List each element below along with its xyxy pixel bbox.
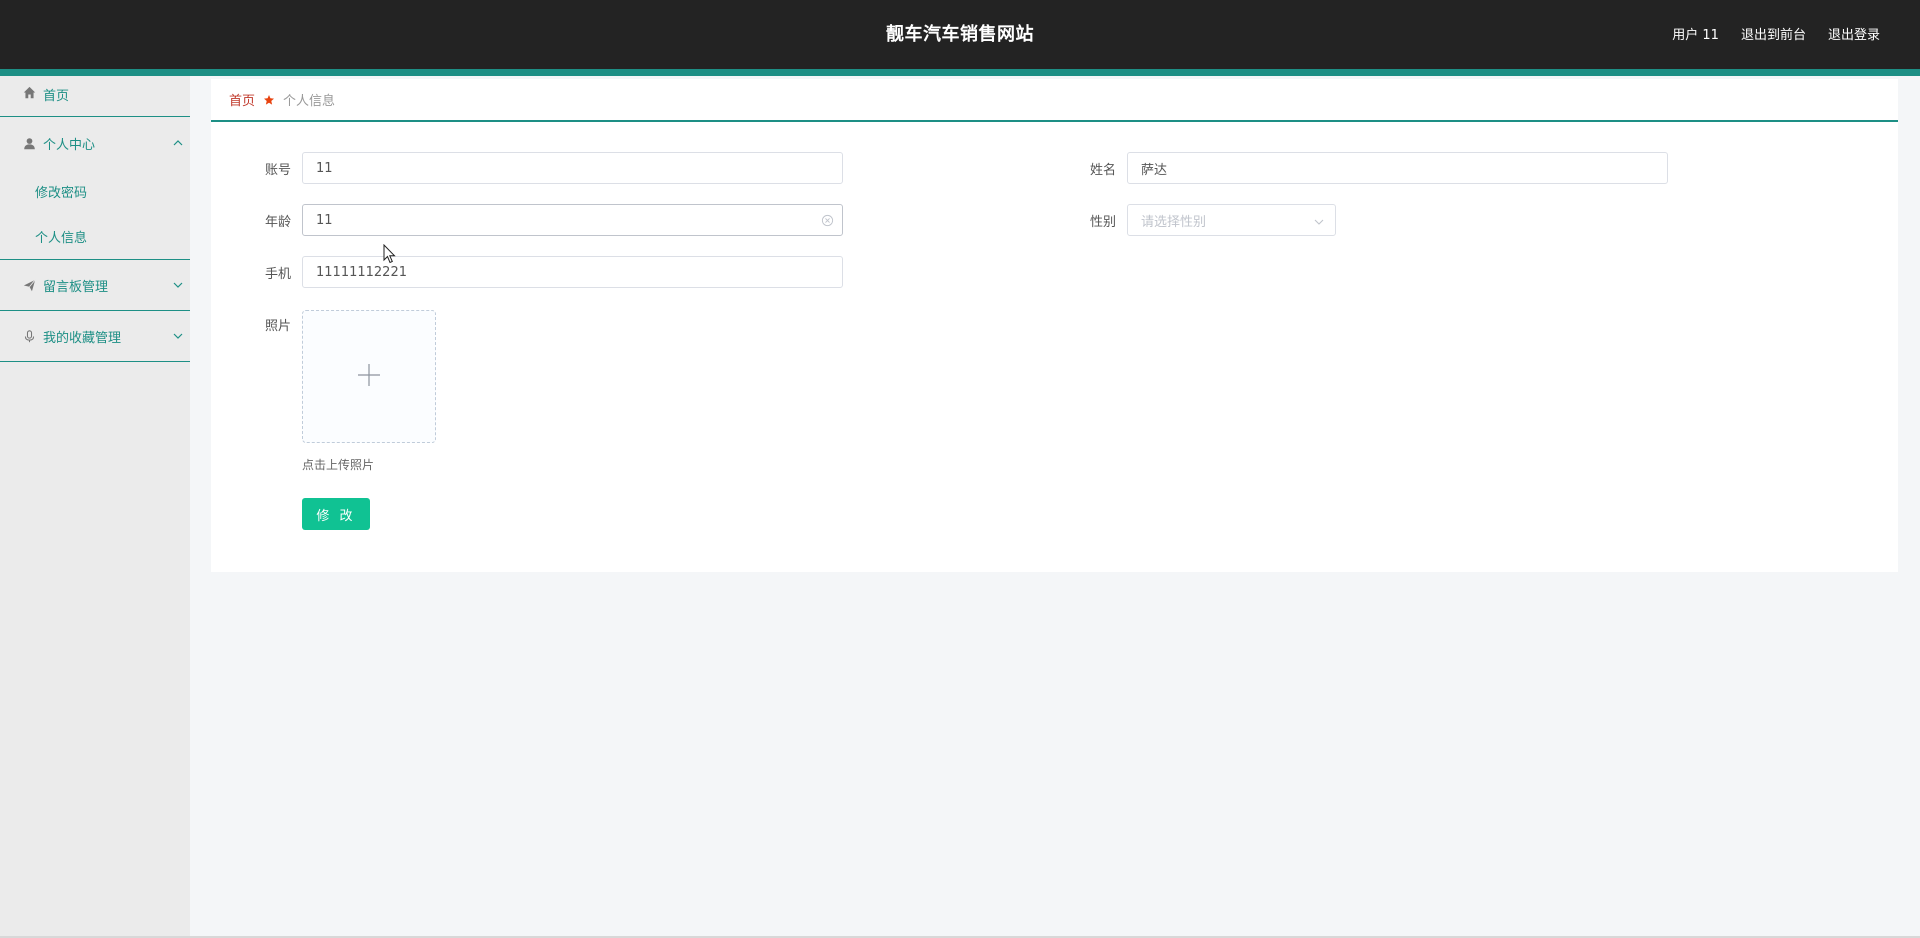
header-links: 用户 11 退出到前台 退出登录 bbox=[1672, 24, 1880, 43]
home-icon bbox=[22, 85, 36, 99]
phone-label: 手机 bbox=[264, 267, 291, 282]
microphone-icon bbox=[22, 329, 36, 343]
sidebar: 首页 个人中心 修改密码 个人信息 留言板管理 我的收藏管理 bbox=[0, 76, 190, 938]
sidebar-item-label: 我的收藏管理 bbox=[43, 330, 122, 346]
sidebar-item-label: 留言板管理 bbox=[43, 279, 109, 295]
plus-icon bbox=[356, 362, 382, 392]
paper-plane-icon bbox=[22, 278, 36, 292]
photo-uploader[interactable] bbox=[302, 310, 436, 443]
age-field[interactable]: 11 bbox=[302, 204, 843, 236]
breadcrumb-home[interactable]: 首页 bbox=[229, 90, 255, 109]
account-field[interactable]: 11 bbox=[302, 152, 843, 184]
sidebar-item-label: 个人信息 bbox=[35, 231, 88, 246]
breadcrumb-current: 个人信息 bbox=[283, 94, 336, 109]
sidebar-item-favorites[interactable]: 我的收藏管理 bbox=[0, 311, 190, 361]
user-label[interactable]: 用户 11 bbox=[1672, 24, 1719, 43]
sidebar-item-home[interactable]: 首页 bbox=[0, 76, 190, 116]
upload-tip: 点击上传照片 bbox=[302, 458, 375, 472]
age-label: 年龄 bbox=[264, 215, 291, 230]
name-label: 姓名 bbox=[1089, 163, 1116, 178]
gender-placeholder: 请选择性别 bbox=[1141, 214, 1207, 230]
chevron-down-icon bbox=[172, 330, 184, 342]
sidebar-item-personal-info[interactable]: 个人信息 bbox=[0, 214, 190, 259]
gender-select[interactable]: 请选择性别 bbox=[1127, 204, 1336, 236]
mouse-cursor-icon bbox=[383, 243, 397, 264]
photo-label: 照片 bbox=[264, 319, 291, 334]
logout-link[interactable]: 退出登录 bbox=[1828, 24, 1880, 43]
site-title: 靓车汽车销售网站 bbox=[886, 24, 1034, 45]
sidebar-item-message-board[interactable]: 留言板管理 bbox=[0, 260, 190, 310]
top-header: 靓车汽车销售网站 用户 11 退出到前台 退出登录 bbox=[0, 0, 1920, 69]
breadcrumb: 首页 个人信息 bbox=[211, 79, 1898, 122]
chevron-down-icon bbox=[1313, 216, 1325, 226]
sidebar-item-change-password[interactable]: 修改密码 bbox=[0, 169, 190, 214]
sidebar-item-label: 个人中心 bbox=[43, 137, 96, 153]
main-panel: 首页 个人信息 账号 11 姓名 萨达 年龄 11 性别 请选择性别 手机 11… bbox=[211, 79, 1898, 572]
gender-label: 性别 bbox=[1089, 215, 1116, 230]
sidebar-item-label: 首页 bbox=[43, 89, 70, 104]
breadcrumb-separator-icon bbox=[263, 94, 275, 106]
name-field[interactable]: 萨达 bbox=[1127, 152, 1668, 184]
chevron-up-icon bbox=[172, 137, 184, 149]
account-label: 账号 bbox=[264, 163, 291, 178]
user-icon bbox=[22, 136, 36, 150]
phone-value: 11111112221 bbox=[316, 264, 407, 280]
sidebar-item-label: 修改密码 bbox=[35, 186, 88, 201]
account-value: 11 bbox=[316, 160, 333, 176]
sidebar-item-personal-center[interactable]: 个人中心 bbox=[0, 117, 190, 169]
submit-button[interactable]: 修 改 bbox=[302, 498, 370, 530]
name-value: 萨达 bbox=[1141, 162, 1168, 178]
header-accent-bar bbox=[0, 69, 1920, 76]
clear-icon bbox=[821, 162, 834, 175]
back-to-front-link[interactable]: 退出到前台 bbox=[1741, 24, 1806, 43]
clear-icon[interactable] bbox=[821, 214, 834, 227]
age-value: 11 bbox=[316, 212, 333, 228]
chevron-down-icon bbox=[172, 279, 184, 291]
sidebar-divider bbox=[0, 361, 190, 362]
